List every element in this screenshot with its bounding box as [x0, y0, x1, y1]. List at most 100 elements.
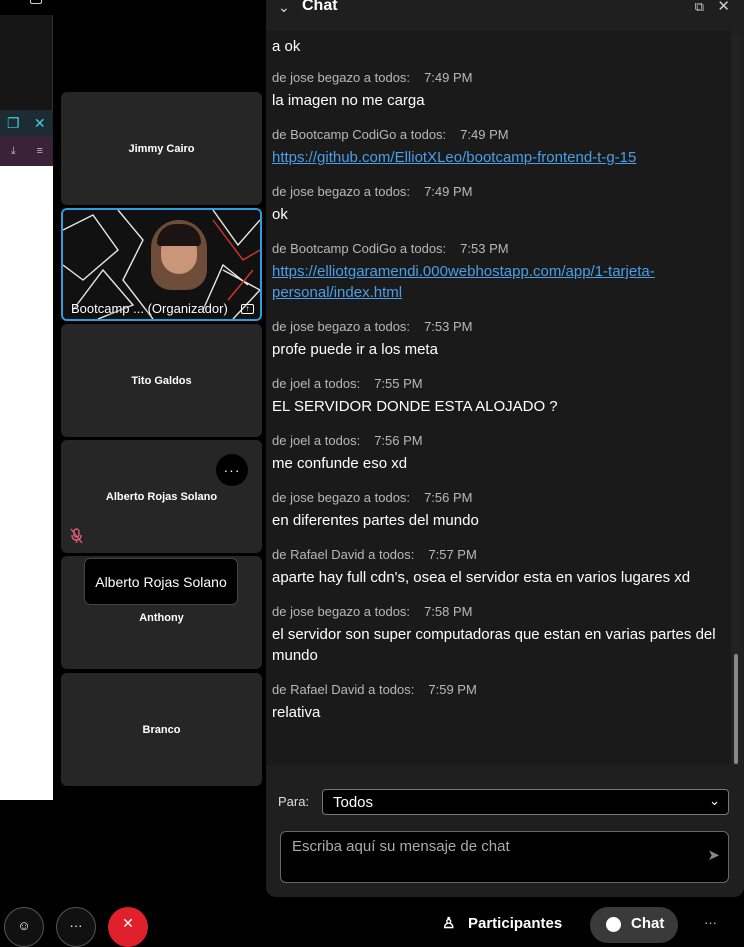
chat-message: de Rafael David a todos: 7:57 PM aparte ha…	[272, 546, 725, 588]
chat-message-meta: de Bootcamp CodiGo a todos: 7:53 PM	[272, 240, 725, 258]
chat-message-link[interactable]: https://elliotgaramendi.000webhostapp.co…	[272, 261, 725, 303]
chat-message-time: 7:59 PM	[428, 682, 477, 697]
chat-message-text: a ok	[272, 38, 301, 55]
participant-tile-video[interactable]: Bootcamp ... (Organizador) ↑	[61, 208, 262, 321]
more-icon: ···	[69, 918, 83, 933]
participant-tile[interactable]: Branco	[61, 673, 262, 786]
shared-screen-content	[0, 166, 53, 800]
chat-message-time: 7:57 PM	[428, 547, 477, 562]
chat-message-meta: de jose begazo a todos: 7:58 PM	[272, 603, 725, 621]
participant-tile[interactable]: Alberto Rojas Solano ···	[61, 440, 262, 553]
participant-name: Bootcamp ... (Organizador)	[71, 301, 228, 316]
chat-message-text: relativa	[272, 704, 321, 721]
chat-message-text: la imagen no me carga	[272, 92, 425, 109]
participant-tooltip: Alberto Rojas Solano	[84, 558, 238, 605]
person-icon: ♙	[442, 915, 456, 932]
recipient-select[interactable]: Todos ⌄	[322, 789, 729, 815]
chat-message-sender: de joel a todos:	[272, 433, 361, 448]
chat-message-meta: de jose begazo a todos: 7:49 PM	[272, 69, 725, 87]
chat-message-text: en diferentes partes del mundo	[272, 512, 479, 529]
reactions-button[interactable]: ☺	[4, 907, 44, 947]
chat-message-input[interactable]	[283, 834, 694, 880]
chat-message-time: 7:49 PM	[460, 127, 509, 142]
chat-message-sender: de jose begazo a todos:	[272, 70, 411, 85]
chat-message: de Bootcamp CodiGo a todos: 7:53 PM https:…	[272, 240, 725, 303]
chat-message: de jose begazo a todos: 7:49 PM ok	[272, 183, 725, 225]
shared-screen-area: ❐ ✕ ⤓ ≡	[0, 0, 53, 800]
chat-toggle-label: Chat	[631, 915, 665, 932]
recipient-value: Todos	[333, 794, 374, 811]
chat-message: de Bootcamp CodiGo a todos: 7:49 PM https:…	[272, 126, 725, 168]
chat-message-text: ok	[272, 206, 288, 223]
end-call-button[interactable]: ✕	[108, 907, 148, 947]
chat-message-time: 7:58 PM	[424, 604, 473, 619]
chat-message-meta: de Bootcamp CodiGo a todos: 7:49 PM	[272, 126, 725, 144]
chat-panel: ⌄ Chat ⧉ ✕ a ok de jose begazo a todos: 7…	[266, 0, 744, 897]
chat-message-sender: de Bootcamp CodiGo a todos:	[272, 127, 447, 142]
chat-message-time: 7:56 PM	[424, 490, 473, 505]
chat-title: Chat	[302, 0, 338, 14]
chat-message: de jose begazo a todos: 7:56 PM en diferen…	[272, 489, 725, 531]
chat-message-meta: de joel a todos: 7:55 PM	[272, 375, 725, 393]
chat-message-sender: de Bootcamp CodiGo a todos:	[272, 241, 447, 256]
participant-tile[interactable]: Tito Galdos	[61, 324, 262, 437]
chat-message: de Rafael David a todos: 7:59 PM relativa	[272, 681, 725, 723]
restore-icon[interactable]: ❐	[7, 115, 20, 131]
chat-message-sender: de jose begazo a todos:	[272, 184, 411, 199]
chat-message-time: 7:49 PM	[424, 184, 473, 199]
chat-message-time: 7:53 PM	[424, 319, 473, 334]
chat-scrollbar[interactable]	[732, 37, 740, 765]
recipient-label: Para:	[278, 794, 310, 809]
chat-message-sender: de jose begazo a todos:	[272, 604, 411, 619]
end-call-icon: ✕	[122, 915, 134, 931]
participant-more-button[interactable]: ···	[216, 454, 248, 486]
settings-sliders-icon[interactable]: ≡	[34, 145, 46, 157]
chat-message-meta: de joel a todos: 7:56 PM	[272, 432, 725, 450]
chat-scrollbar-thumb[interactable]	[734, 654, 738, 764]
participant-name: Tito Galdos	[131, 374, 192, 387]
chat-message-link[interactable]: https://github.com/ElliotXLeo/bootcamp-f…	[272, 147, 725, 168]
chat-message-sender: de joel a todos:	[272, 376, 361, 391]
more-options-button[interactable]: ···	[56, 907, 96, 947]
chat-message-text: profe puede ir a los meta	[272, 341, 438, 358]
chat-toggle-button[interactable]: Chat	[590, 907, 678, 943]
chat-message-sender: de Rafael David a todos:	[272, 682, 415, 697]
more-menu-button[interactable]: ···	[704, 915, 717, 930]
participant-name: Branco	[142, 723, 181, 736]
collapse-chevron-icon[interactable]: ⌄	[278, 0, 290, 16]
participants-button[interactable]: ♙ Participantes	[442, 914, 562, 932]
chat-message: de joel a todos: 7:55 PM EL SERVIDOR DONDE…	[272, 375, 725, 417]
shared-screen-toolbar: ❐ ✕	[0, 110, 53, 136]
participant-name: Alberto Rojas Solano	[105, 490, 218, 503]
screen-share-icon: ↑	[241, 304, 254, 314]
shared-screen-toolbar-secondary: ⤓ ≡	[0, 136, 53, 166]
chat-message-sender: de Rafael David a todos:	[272, 547, 415, 562]
chat-message-meta: de Rafael David a todos: 7:57 PM	[272, 546, 725, 564]
chat-message-list: a ok de jose begazo a todos: 7:49 PM la im…	[266, 30, 731, 765]
mic-muted-icon	[70, 528, 84, 544]
chat-message-time: 7:53 PM	[460, 241, 509, 256]
chat-message-meta: de jose begazo a todos: 7:53 PM	[272, 318, 725, 336]
pop-out-icon[interactable]: ⧉	[695, 0, 704, 15]
chat-header: ⌄ Chat ⧉ ✕	[266, 0, 744, 30]
close-icon[interactable]: ✕	[34, 115, 46, 131]
chat-message: de joel a todos: 7:56 PM me confunde eso x…	[272, 432, 725, 474]
participant-name: Anthony	[139, 611, 184, 624]
download-icon[interactable]: ⤓	[7, 145, 19, 157]
meeting-controls-bar: ☺ ··· ✕ ♙ Participantes Chat ···	[0, 897, 744, 947]
chat-message: de jose begazo a todos: 7:53 PM profe pued…	[272, 318, 725, 360]
chat-message: de jose begazo a todos: 7:58 PM el servido…	[272, 603, 725, 666]
send-icon[interactable]: ➤	[707, 846, 720, 864]
chat-compose-box[interactable]: ➤	[280, 831, 729, 883]
reactions-icon: ☺	[17, 918, 31, 933]
chat-message-meta: de jose begazo a todos: 7:56 PM	[272, 489, 725, 507]
chevron-down-icon: ⌄	[709, 793, 720, 808]
chat-message-sender: de jose begazo a todos:	[272, 490, 411, 505]
monitor-icon[interactable]	[30, 0, 42, 4]
chat-message-text: el servidor son super computadoras que e…	[272, 626, 716, 664]
chat-message-sender: de jose begazo a todos:	[272, 319, 411, 334]
participant-tile[interactable]: Jimmy Cairo	[61, 92, 262, 205]
participant-name: Jimmy Cairo	[128, 142, 195, 155]
close-icon[interactable]: ✕	[717, 0, 730, 15]
chat-message-time: 7:55 PM	[374, 376, 423, 391]
